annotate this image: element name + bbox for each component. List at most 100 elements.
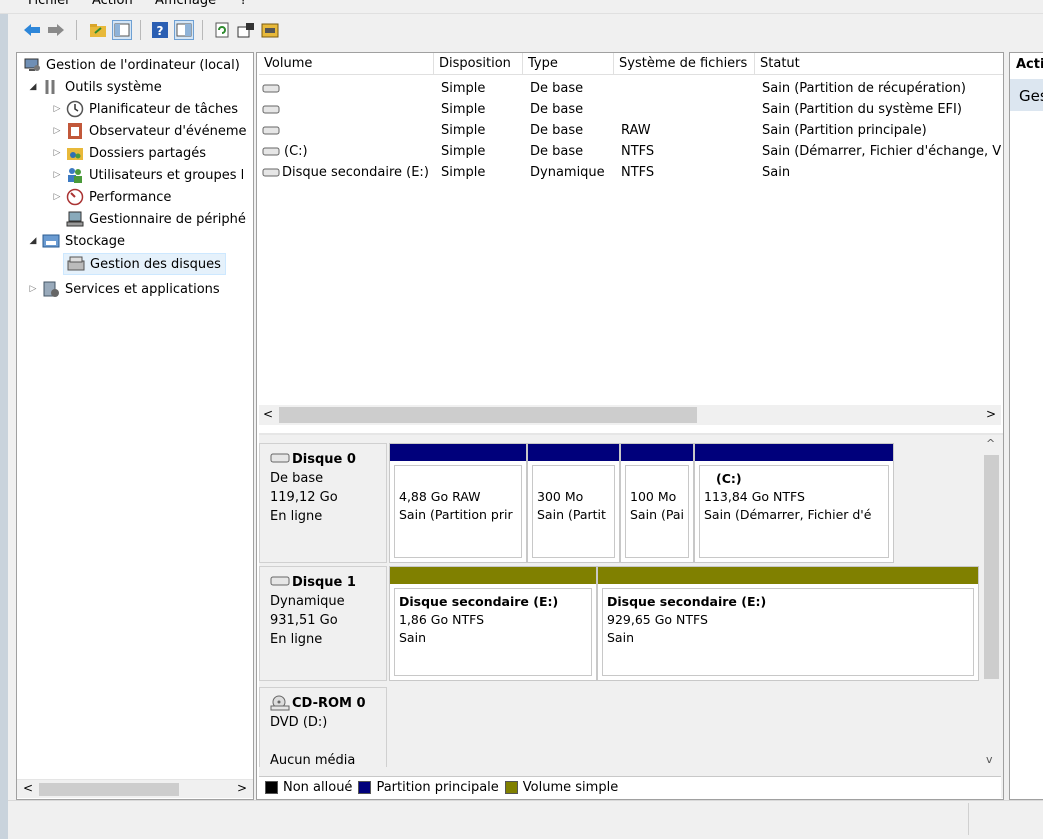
- properties-icon[interactable]: [236, 20, 256, 40]
- collapsed-arrow-icon[interactable]: ▷: [27, 284, 39, 294]
- scroll-left-icon[interactable]: <: [263, 407, 273, 421]
- scroll-right-icon[interactable]: >: [986, 407, 996, 421]
- disk0-kind: De base: [270, 471, 324, 486]
- tree-label: Performance: [89, 189, 172, 205]
- status-cell: Sain (Partition de récupération): [762, 80, 966, 96]
- expanded-arrow-icon[interactable]: ◢: [27, 82, 39, 92]
- collapsed-arrow-icon[interactable]: ▷: [51, 192, 63, 202]
- column-status[interactable]: Statut: [755, 53, 1003, 75]
- menu-affichage[interactable]: Affichage: [155, 0, 216, 8]
- tree-item-disk-management[interactable]: Gestion des disques: [63, 253, 226, 275]
- menu-fichier[interactable]: Fichier: [28, 0, 71, 8]
- legend-swatch-unallocated: [265, 781, 278, 794]
- disposition-cell: Simple: [441, 122, 486, 138]
- filesystem-cell: RAW: [621, 122, 651, 138]
- back-icon[interactable]: [22, 20, 42, 40]
- cdrom-info[interactable]: CD-ROM 0 DVD (D:) Aucun média: [259, 687, 387, 768]
- disk0-state: En ligne: [270, 509, 323, 524]
- tree-item-device-manager[interactable]: Gestionnaire de périphé: [63, 208, 246, 230]
- collapsed-arrow-icon[interactable]: ▷: [51, 104, 63, 114]
- tree-item-event-viewer[interactable]: ▷ Observateur d'événeme: [51, 120, 247, 142]
- tree-item-task-scheduler[interactable]: ▷ Planificateur de tâches: [51, 98, 238, 120]
- partition-size: 100 Mo: [630, 489, 677, 504]
- disk0-partition-map: 4,88 Go RAW Sain (Partition prir 300 Mo …: [389, 443, 894, 563]
- status-divider: [968, 803, 969, 835]
- volume-cell: [262, 99, 284, 119]
- forward-icon[interactable]: [46, 20, 66, 40]
- console-tree: Gestion de l'ordinateur (local) ◢ Outils…: [16, 52, 254, 800]
- tree-item-system-tools[interactable]: ◢ Outils système: [27, 76, 162, 98]
- disk0-partition-3[interactable]: 100 Mo Sain (Pai: [620, 443, 694, 563]
- collapsed-arrow-icon[interactable]: ▷: [51, 126, 63, 136]
- partition-simple-bar: [598, 567, 978, 584]
- actions-item-disk-management[interactable]: Ges: [1010, 79, 1043, 111]
- disk0-info[interactable]: Disque 0 De base 119,12 Go En ligne: [259, 443, 387, 563]
- tree-item-services-apps[interactable]: ▷ Services et applications: [27, 278, 220, 300]
- table-row[interactable]: Simple De base Sain (Partition du systèm…: [257, 99, 1003, 120]
- scroll-thumb[interactable]: [984, 455, 999, 679]
- partition-status: Sain (Partit: [537, 507, 606, 522]
- volume-cell: Disque secondaire (E:): [262, 162, 429, 182]
- tree-label: Utilisateurs et groupes l: [89, 167, 245, 183]
- show-action-pane-icon[interactable]: [174, 20, 194, 40]
- partition-body: Disque secondaire (E:) 1,86 Go NTFS Sain: [394, 588, 592, 676]
- menu-help[interactable]: ?: [240, 0, 247, 8]
- table-row[interactable]: (C:) Simple De base NTFS Sain (Démarrer,…: [257, 141, 1003, 162]
- table-row[interactable]: Simple De base RAW Sain (Partition princ…: [257, 120, 1003, 141]
- toolbar: ?: [8, 14, 1043, 46]
- disk1-partition-2[interactable]: Disque secondaire (E:) 929,65 Go NTFS Sa…: [597, 566, 979, 681]
- partition-size: 929,65 Go NTFS: [607, 612, 708, 627]
- show-hide-tree-icon[interactable]: [112, 20, 132, 40]
- scroll-up-icon[interactable]: ^: [986, 437, 995, 450]
- menu-action[interactable]: Action: [92, 0, 133, 8]
- refresh-icon[interactable]: [212, 20, 232, 40]
- disk-icon: [270, 451, 290, 469]
- disk0-partition-1[interactable]: 4,88 Go RAW Sain (Partition prir: [389, 443, 527, 563]
- disk-management-icon: [67, 255, 85, 273]
- tree-item-users-groups[interactable]: ▷ Utilisateurs et groupes l: [51, 164, 244, 186]
- tree-item-shared-folders[interactable]: ▷ Dossiers partagés: [51, 142, 207, 164]
- partition-size: 1,86 Go NTFS: [399, 612, 485, 627]
- volume-cell: (C:): [262, 141, 308, 161]
- table-row[interactable]: Simple De base Sain (Partition de récupé…: [257, 78, 1003, 99]
- drive-icon: [262, 142, 280, 160]
- tree-item-performance[interactable]: ▷ Performance: [51, 186, 171, 208]
- help-icon[interactable]: ?: [150, 20, 170, 40]
- device-manager-icon: [66, 210, 84, 228]
- scroll-thumb[interactable]: [39, 783, 179, 796]
- partition-size: 113,84 Go NTFS: [704, 489, 805, 504]
- legend-swatch-simple: [504, 781, 518, 794]
- disk0-name: Disque 0: [292, 452, 356, 467]
- scroll-right-icon[interactable]: >: [237, 781, 247, 795]
- scroll-down-icon[interactable]: v: [986, 753, 993, 766]
- graphical-disk-view: Disque 0 De base 119,12 Go En ligne 4,88…: [259, 433, 1003, 798]
- drive-icon: [262, 121, 280, 139]
- collapsed-arrow-icon[interactable]: ▷: [51, 148, 63, 158]
- disk0-partition-c[interactable]: (C:) 113,84 Go NTFS Sain (Démarrer, Fich…: [694, 443, 894, 563]
- tree-item-storage[interactable]: ◢ Stockage: [27, 230, 125, 252]
- disk1-partition-1[interactable]: Disque secondaire (E:) 1,86 Go NTFS Sain: [389, 566, 597, 681]
- disk0-partition-2[interactable]: 300 Mo Sain (Partit: [527, 443, 620, 563]
- tree-label: Gestion des disques: [90, 256, 221, 272]
- services-icon: [42, 280, 60, 298]
- column-disposition[interactable]: Disposition: [434, 53, 523, 75]
- graphical-vertical-scrollbar[interactable]: ^ v: [981, 435, 1001, 772]
- partition-status: Sain (Partition prir: [399, 507, 513, 522]
- collapsed-arrow-icon[interactable]: ▷: [51, 170, 63, 180]
- partition-primary-bar: [528, 444, 619, 461]
- partition-title: Disque secondaire (E:): [607, 594, 767, 609]
- rescan-disks-icon[interactable]: [260, 20, 280, 40]
- scroll-left-icon[interactable]: <: [23, 781, 33, 795]
- column-filesystem[interactable]: Système de fichiers: [614, 53, 755, 75]
- expanded-arrow-icon[interactable]: ◢: [27, 236, 39, 246]
- column-type[interactable]: Type: [523, 53, 614, 75]
- table-row[interactable]: Disque secondaire (E:) Simple Dynamique …: [257, 162, 1003, 183]
- column-volume[interactable]: Volume: [259, 53, 434, 75]
- up-folder-icon[interactable]: [88, 20, 108, 40]
- scroll-thumb[interactable]: [279, 407, 697, 423]
- disk1-info[interactable]: Disque 1 Dynamique 931,51 Go En ligne: [259, 566, 387, 681]
- volume-list-horizontal-scrollbar[interactable]: < >: [259, 405, 1001, 425]
- tree-horizontal-scrollbar[interactable]: < >: [17, 779, 253, 798]
- tree-item-root[interactable]: Gestion de l'ordinateur (local): [23, 54, 240, 76]
- volume-cell: [262, 120, 284, 140]
